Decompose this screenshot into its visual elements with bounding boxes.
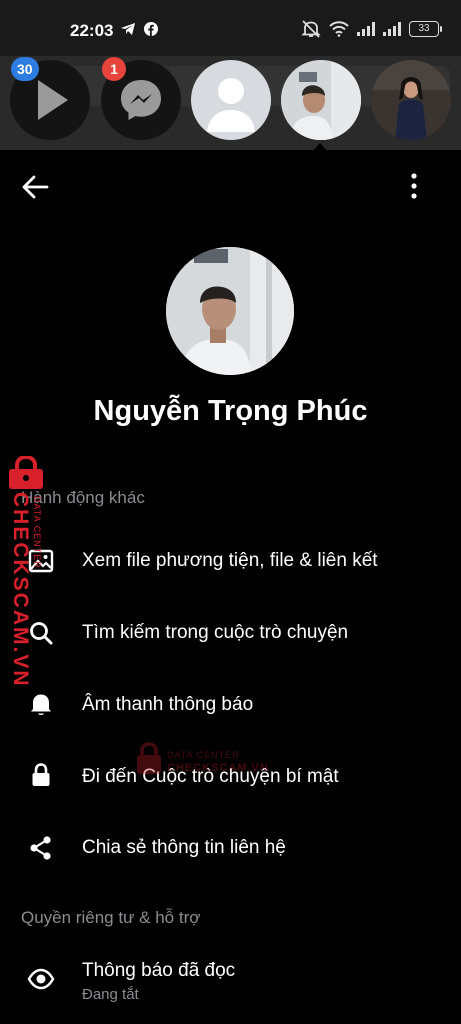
menu-item-label: Tìm kiếm trong cuộc trò chuyện xyxy=(82,622,349,643)
signal-icon xyxy=(383,22,401,36)
contact-photo-image xyxy=(281,60,361,140)
signal-icon xyxy=(357,22,375,36)
profile-avatar[interactable] xyxy=(166,247,294,375)
chat-head-contact-photo-2[interactable] xyxy=(371,60,451,140)
status-bar: 22:03 33 xyxy=(0,0,461,56)
telegram-icon xyxy=(121,23,135,35)
watermark-tagline: DATA CENTER xyxy=(32,496,42,569)
watermark-tagline: DATA CENTER xyxy=(167,750,240,760)
watermark-lock-icon xyxy=(137,742,161,774)
watermark-brand-text: CHECKSCAM.VN xyxy=(167,762,269,774)
arrow-left-icon[interactable] xyxy=(20,172,50,202)
status-time: 22:03 xyxy=(70,21,114,40)
section-title-privacy: Quyền riêng tư & hỗ trợ xyxy=(21,908,201,927)
watermark-center: DATA CENTER CHECKSCAM.VN xyxy=(135,742,295,782)
mute-icon xyxy=(301,20,321,38)
more-vertical-icon[interactable] xyxy=(402,171,426,201)
menu-item-label: Chia sẻ thông tin liên hệ xyxy=(82,837,286,858)
menu-item-label: Âm thanh thông báo xyxy=(82,694,254,715)
battery-indicator: 33 xyxy=(409,21,442,37)
menu-item-view-media[interactable]: Xem file phương tiện, file & liên kết xyxy=(0,530,461,592)
menu-item-search-conversation[interactable]: Tìm kiếm trong cuộc trò chuyện xyxy=(0,602,461,664)
status-system-icons: 33 xyxy=(301,20,442,38)
unread-count-badge: 30 xyxy=(11,57,39,81)
facebook-icon xyxy=(144,22,158,36)
menu-item-status: Đang tắt xyxy=(82,986,139,1003)
eye-icon xyxy=(27,968,55,990)
menu-item-label: Xem file phương tiện, file & liên kết xyxy=(82,550,378,571)
chat-head-contact-photo[interactable] xyxy=(281,60,361,140)
bell-icon xyxy=(31,694,51,715)
profile-photo-image xyxy=(166,247,294,375)
unread-count-badge: 1 xyxy=(102,57,126,81)
lock-icon xyxy=(32,763,50,786)
chat-head-default-avatar[interactable] xyxy=(191,60,271,140)
watermark-logo: CHECKSCAM.VN DATA CENTER xyxy=(2,456,50,688)
menu-item-read-receipts[interactable]: Thông báo đã đọc Đang tắt xyxy=(0,948,461,1012)
menu-item-share-contact[interactable]: Chia sẻ thông tin liên hệ xyxy=(0,817,461,879)
menu-item-notification-sounds[interactable]: Âm thanh thông báo xyxy=(0,674,461,736)
watermark-lock-icon xyxy=(9,456,43,489)
wifi-icon xyxy=(329,21,349,37)
watermark-brand-text: CHECKSCAM.VN xyxy=(9,492,32,688)
share-icon xyxy=(30,836,51,860)
status-notification-icons xyxy=(120,22,158,36)
menu-item-label: Thông báo đã đọc xyxy=(82,960,236,981)
person-icon xyxy=(207,78,255,132)
contact-photo-image-2 xyxy=(371,60,451,140)
profile-name: Nguyễn Trọng Phúc xyxy=(93,395,368,427)
